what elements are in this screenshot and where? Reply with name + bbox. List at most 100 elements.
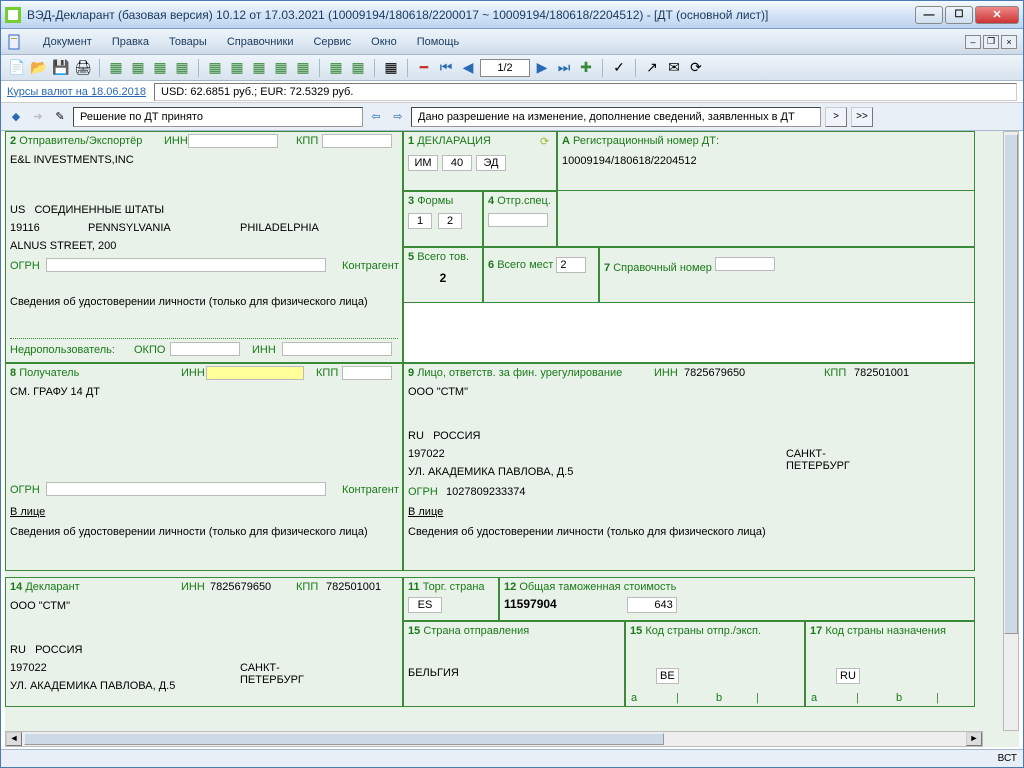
doc-icon — [7, 34, 23, 50]
menu-document[interactable]: Документ — [33, 32, 102, 52]
mail-button[interactable]: ✉ — [664, 58, 684, 78]
export-button[interactable]: ↗ — [642, 58, 662, 78]
menu-edit[interactable]: Правка — [102, 32, 159, 52]
sheet10-button[interactable]: ▦ — [326, 58, 346, 78]
check-button[interactable]: ✓ — [609, 58, 629, 78]
box-3-forms: 3 Формы 1 2 — [403, 191, 483, 247]
menu-window[interactable]: Окно — [361, 32, 407, 52]
box-9-financial: 9 Лицо, ответств. за фин. урегулирование… — [403, 363, 975, 571]
spacer-right — [557, 191, 975, 247]
sheet11-button[interactable]: ▦ — [348, 58, 368, 78]
window-minimize-button[interactable]: — — [915, 6, 943, 24]
vertical-scrollbar[interactable] — [1003, 131, 1019, 731]
box2-kpp-input[interactable] — [322, 134, 392, 148]
box4-input[interactable] — [488, 213, 548, 227]
sheet8-button[interactable]: ▦ — [271, 58, 291, 78]
box2-inn-input[interactable] — [188, 134, 278, 148]
scroll-left-button[interactable]: ◄ — [6, 732, 22, 746]
menu-refs[interactable]: Справочники — [217, 32, 304, 52]
shift-next-button[interactable]: > — [825, 107, 847, 127]
toolbar: 📄 📂 💾 🖨 ▦ ▦ ▦ ▦ ▦ ▦ ▦ ▦ ▦ ▦ ▦ ▦ ━ ⏮ ◀ ▶ … — [1, 55, 1023, 81]
box8-inn-input[interactable] — [206, 366, 304, 380]
box1-v1[interactable]: ИМ — [408, 155, 438, 171]
box-6-total-places: 6 Всего мест 2 — [483, 247, 599, 303]
box2-okpo-input[interactable] — [170, 342, 240, 356]
page-indicator[interactable] — [480, 59, 530, 77]
box3-v1[interactable]: 1 — [408, 213, 432, 229]
sheet9-button[interactable]: ▦ — [293, 58, 313, 78]
refresh-icon[interactable]: ⟳ — [540, 135, 552, 147]
box3-v2[interactable]: 2 — [438, 213, 462, 229]
box6-input[interactable]: 2 — [556, 257, 586, 273]
grey-arrow-icon[interactable]: ➔ — [29, 108, 47, 126]
sheet1-button[interactable]: ▦ — [106, 58, 126, 78]
box8-ogrn-input[interactable] — [46, 482, 326, 496]
status-next-button[interactable]: ⇨ — [389, 108, 407, 126]
box-17a-destination-code: 17 Код страны назначения RU a | b | — [805, 621, 975, 707]
app-icon — [5, 7, 21, 23]
shift-last-button[interactable]: >> — [851, 107, 873, 127]
decision-box: Решение по ДТ принято — [73, 107, 363, 127]
box-1-declaration: 1 ДЕКЛАРАЦИЯ ⟳ ИМ 40 ЭД — [403, 131, 557, 191]
first-page-button[interactable]: ⏮ — [436, 58, 456, 78]
window-close-button[interactable]: ✕ — [975, 6, 1019, 24]
menu-help[interactable]: Помощь — [407, 32, 470, 52]
box8-person-link[interactable]: В лице — [10, 506, 45, 518]
scroll-right-button[interactable]: ► — [966, 732, 982, 746]
mdi-close-button[interactable]: × — [1001, 35, 1017, 49]
sheet3-button[interactable]: ▦ — [150, 58, 170, 78]
box-15a-departure-code: 15 Код страны отпр./эксп. BE a | b | — [625, 621, 805, 707]
box1while-v3[interactable]: ЭД — [476, 155, 506, 171]
horizontal-scrollbar[interactable]: ◄ ► — [5, 731, 983, 747]
box-11-trade-country: 11 Торг. страна ES — [403, 577, 499, 621]
box2-inn2-input[interactable] — [282, 342, 392, 356]
mdi-minimize-button[interactable]: – — [965, 35, 981, 49]
add-button[interactable]: ✚ — [576, 58, 596, 78]
menu-service[interactable]: Сервис — [303, 32, 361, 52]
box2-identity-note: Сведения об удостоверении личности (толь… — [10, 296, 368, 308]
sheet2-button[interactable]: ▦ — [128, 58, 148, 78]
status-prev-button[interactable]: ⇦ — [367, 108, 385, 126]
box8-kpp-input[interactable] — [342, 366, 392, 380]
box-2-exporter: 2 Отправитель/Экспортёр ИНН КПП E&L INVE… — [5, 131, 403, 363]
prev-page-button[interactable]: ◀ — [458, 58, 478, 78]
decision-bar: ◆ ➔ ✎ Решение по ДТ принято ⇦ ⇨ Дано раз… — [1, 103, 1023, 131]
sheet5-button[interactable]: ▦ — [205, 58, 225, 78]
print-button[interactable]: 🖨 — [73, 58, 93, 78]
window-maximize-button[interactable]: ☐ — [945, 6, 973, 24]
exporter-name: E&L INVESTMENTS,INC — [10, 154, 134, 166]
last-page-button[interactable]: ⏭ — [554, 58, 574, 78]
save-button[interactable]: 💾 — [51, 58, 71, 78]
box-4-spec: 4 Отгр.спец. — [483, 191, 557, 247]
info-box: Дано разрешение на изменение, дополнение… — [411, 107, 821, 127]
box1-v2[interactable]: 40 — [442, 155, 472, 171]
diamond-icon[interactable]: ◆ — [7, 108, 25, 126]
form-area: 2 Отправитель/Экспортёр ИНН КПП E&L INVE… — [5, 131, 1019, 747]
box15a-input[interactable]: BE — [656, 668, 679, 684]
copy-button[interactable]: ▦ — [381, 58, 401, 78]
menu-goods[interactable]: Товары — [159, 32, 217, 52]
rates-link[interactable]: Курсы валют на 18.06.2018 — [7, 86, 146, 98]
box9-person-link[interactable]: В лице — [408, 506, 443, 518]
box17a-input[interactable]: RU — [836, 668, 860, 684]
rates-display: USD: 62.6851 руб.; EUR: 72.5329 руб. — [154, 83, 1017, 101]
open-button[interactable]: 📂 — [29, 58, 49, 78]
menu-bar: Документ Правка Товары Справочники Серви… — [1, 29, 1023, 55]
box12-code-input[interactable]: 643 — [627, 597, 677, 613]
pen-icon[interactable]: ✎ — [51, 108, 69, 126]
sheet4-button[interactable]: ▦ — [172, 58, 192, 78]
box-a-reg-number: A Регистрационный номер ДТ: 10009194/180… — [557, 131, 975, 191]
box-12-customs-value: 12 Общая таможенная стоимость 11597904 6… — [499, 577, 975, 621]
sheet6-button[interactable]: ▦ — [227, 58, 247, 78]
box7-input[interactable] — [715, 257, 775, 271]
box-5-total-goods: 5 Всего тов. 2 — [403, 247, 483, 303]
next-page-button[interactable]: ▶ — [532, 58, 552, 78]
refresh-button[interactable]: ⟳ — [686, 58, 706, 78]
new-doc-button[interactable]: 📄 — [7, 58, 27, 78]
box2-ogrn-input[interactable] — [46, 258, 326, 272]
sheet7-button[interactable]: ▦ — [249, 58, 269, 78]
mdi-restore-button[interactable]: ❐ — [983, 35, 999, 49]
box11-input[interactable]: ES — [408, 597, 442, 613]
delete-button[interactable]: ━ — [414, 58, 434, 78]
box-14-declarant: 14 Декларант ИНН 7825679650 КПП 78250100… — [5, 577, 403, 707]
